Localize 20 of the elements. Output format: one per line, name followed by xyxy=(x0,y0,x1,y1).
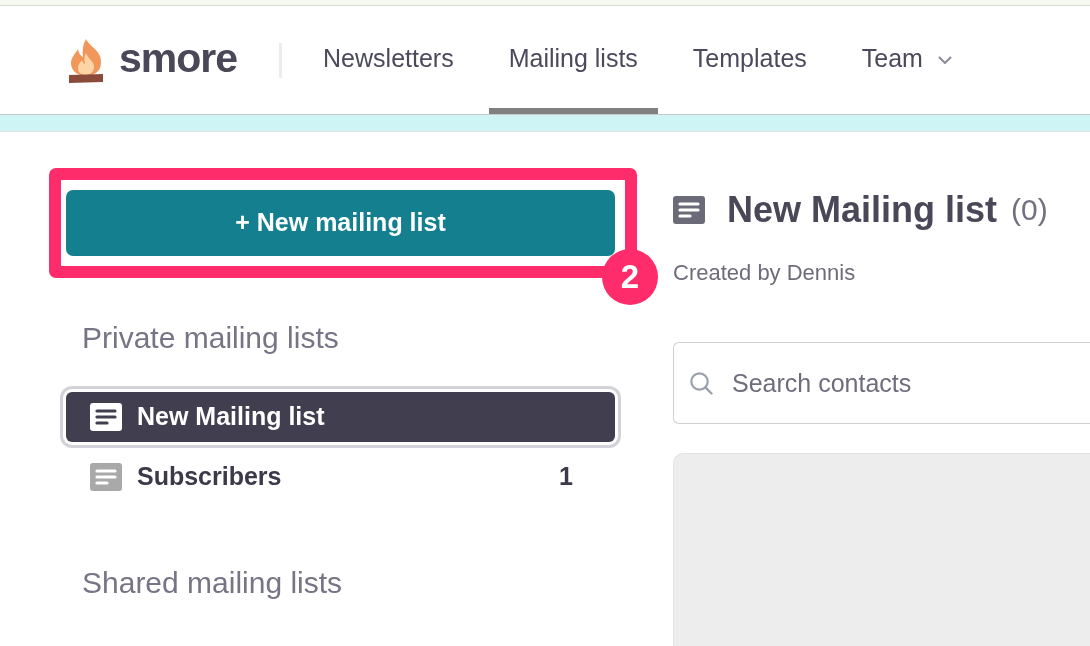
document-icon xyxy=(673,196,705,224)
nav-tab[interactable]: Newsletters xyxy=(303,6,474,114)
new-mailing-list-button[interactable]: + New mailing list xyxy=(66,190,615,256)
contact-count: (0) xyxy=(1011,192,1048,228)
nav-tab[interactable]: Templates xyxy=(672,6,827,114)
nav-tab[interactable]: Mailing lists xyxy=(488,6,658,114)
item-count: 1 xyxy=(559,461,573,493)
flame-logo-icon xyxy=(68,37,104,83)
mailing-list-item[interactable]: Subscribers 1 xyxy=(66,452,615,502)
search-field[interactable]: Search contacts xyxy=(673,342,1090,424)
search-icon xyxy=(689,371,713,395)
document-icon xyxy=(90,463,122,491)
logo-text: smore xyxy=(119,37,238,83)
list-title: New Mailing list xyxy=(727,188,998,232)
section-heading: Private mailing lists xyxy=(82,320,339,356)
created-by-text: Created by Dennis xyxy=(673,260,856,286)
step-badge: 2 xyxy=(602,249,658,305)
nav-tab[interactable]: Team xyxy=(841,6,972,114)
document-icon xyxy=(90,403,122,431)
section-heading: Shared mailing lists xyxy=(82,565,343,601)
